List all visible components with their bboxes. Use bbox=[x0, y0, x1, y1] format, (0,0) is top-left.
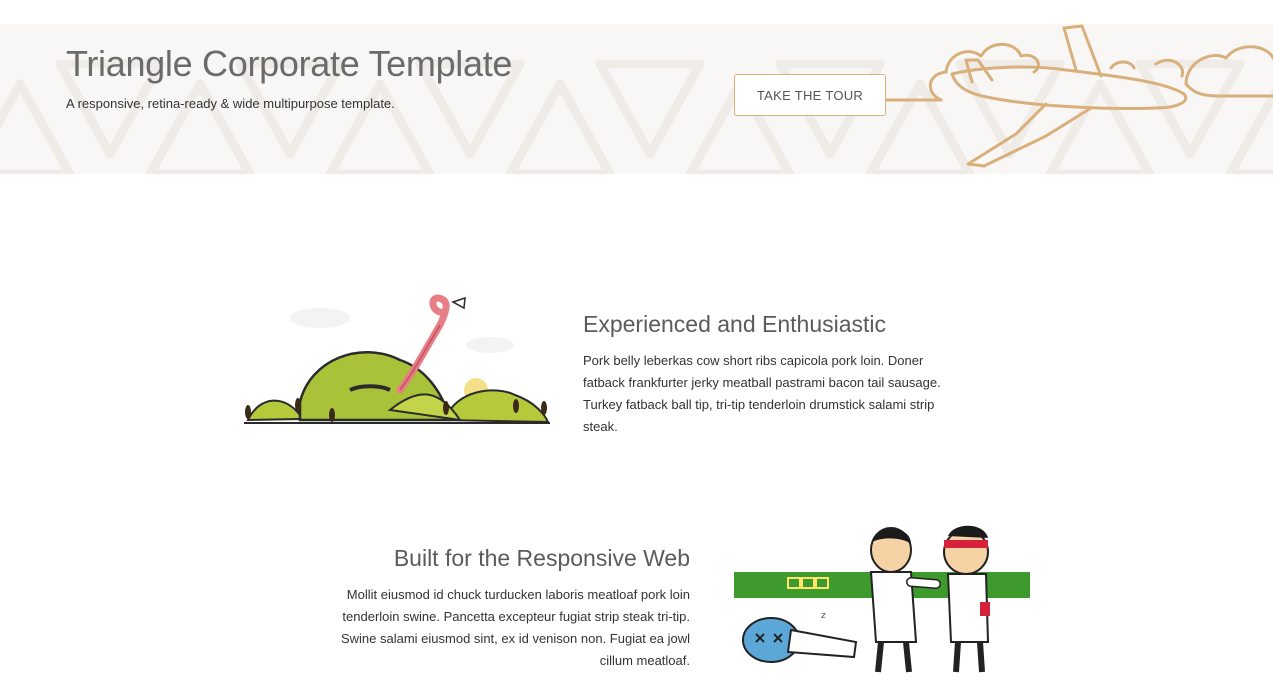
feature-body: Pork belly leberkas cow short ribs capic… bbox=[583, 353, 941, 434]
airplane-clouds-illustration bbox=[886, 24, 1273, 168]
svg-text:z: z bbox=[821, 611, 826, 621]
page-title: Triangle Corporate Template bbox=[66, 43, 513, 84]
worm-in-hills-illustration bbox=[244, 294, 550, 424]
feature-responsive: Built for the Responsive Web Mollit eius… bbox=[320, 545, 690, 672]
hero-subtitle: A responsive, retina-ready & wide multip… bbox=[66, 96, 395, 111]
feature-body: Mollit eiusmod id chuck turducken labori… bbox=[340, 587, 690, 668]
feature-title: Experienced and Enthusiastic bbox=[583, 311, 887, 337]
feature-experienced: Experienced and Enthusiastic Pork belly … bbox=[583, 311, 963, 438]
martial-arts-fighters-illustration: z bbox=[734, 525, 1030, 673]
feature-title: Built for the Responsive Web bbox=[393, 545, 690, 571]
take-the-tour-button[interactable]: TAKE THE TOUR bbox=[734, 74, 886, 116]
hero-banner: Triangle Corporate Template A responsive… bbox=[0, 24, 1273, 174]
